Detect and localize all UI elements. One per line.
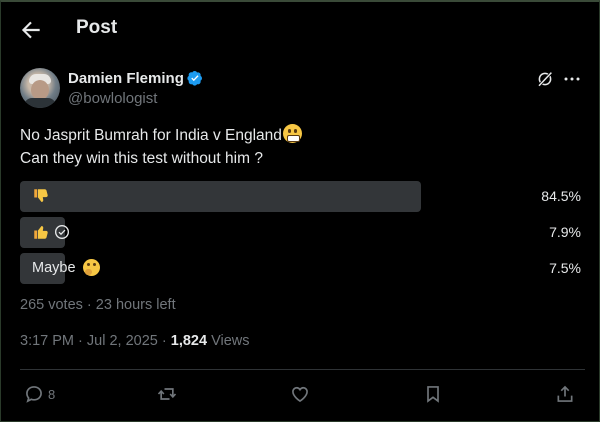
thumbs-up-icon <box>34 226 48 239</box>
repost-icon <box>157 388 177 400</box>
author-name[interactable]: Damien Fleming <box>68 70 184 87</box>
poll-percent: 7.5% <box>549 260 581 276</box>
avatar[interactable] <box>20 68 60 108</box>
divider <box>20 369 585 370</box>
author-handle[interactable]: @bowlologist <box>68 90 157 107</box>
poll-percent: 84.5% <box>541 188 581 204</box>
post-timestamp: 3:17 PM · Jul 2, 2025 · 1,824 Views <box>20 333 250 349</box>
grok-icon[interactable] <box>536 70 554 88</box>
tweet-text: No Jasprit Bumrah for India v England Ca… <box>20 124 302 170</box>
repost-button[interactable] <box>157 383 177 405</box>
poll-option-thumbs-down[interactable]: 84.5% <box>20 181 585 212</box>
views-count: 1,824 <box>170 333 208 349</box>
poll-option-maybe[interactable]: Maybe 7.5% <box>20 253 585 284</box>
reply-button[interactable]: 8 <box>24 383 55 405</box>
page-title: Post <box>76 17 118 38</box>
back-arrow-icon[interactable] <box>18 17 44 43</box>
share-button[interactable] <box>555 383 575 405</box>
heart-icon <box>292 386 308 403</box>
tweet-line-2: Can they win this test without him ? <box>20 150 263 167</box>
voted-check-icon <box>55 225 69 239</box>
bookmark-button[interactable] <box>423 383 443 405</box>
reply-icon <box>26 386 42 403</box>
poll-bar <box>20 181 422 212</box>
poll-option-thumbs-up[interactable]: 7.9% <box>20 217 585 248</box>
poll-meta: 265 votes · 23 hours left <box>20 297 176 313</box>
post-time[interactable]: 3:17 PM <box>20 333 74 349</box>
header: Post <box>0 0 600 58</box>
poll-percent: 7.9% <box>549 224 581 240</box>
poll-time-left: 23 hours left <box>95 297 176 313</box>
views-label: Views <box>211 333 250 349</box>
verified-badge-icon <box>187 71 202 86</box>
reply-count: 8 <box>48 386 56 402</box>
bookmark-icon <box>427 386 439 403</box>
like-button[interactable] <box>290 383 310 405</box>
tweet-line-1: No Jasprit Bumrah for India v England <box>20 127 282 144</box>
thinking-face-icon <box>82 259 100 276</box>
poll-votes: 265 votes <box>20 297 83 313</box>
more-options-icon[interactable] <box>563 72 581 86</box>
poll-option-label: Maybe <box>32 259 76 276</box>
post-date[interactable]: Jul 2, 2025 <box>87 333 158 349</box>
share-icon <box>557 385 573 402</box>
grimacing-face-icon <box>282 124 302 143</box>
thumbs-down-icon <box>34 189 48 202</box>
